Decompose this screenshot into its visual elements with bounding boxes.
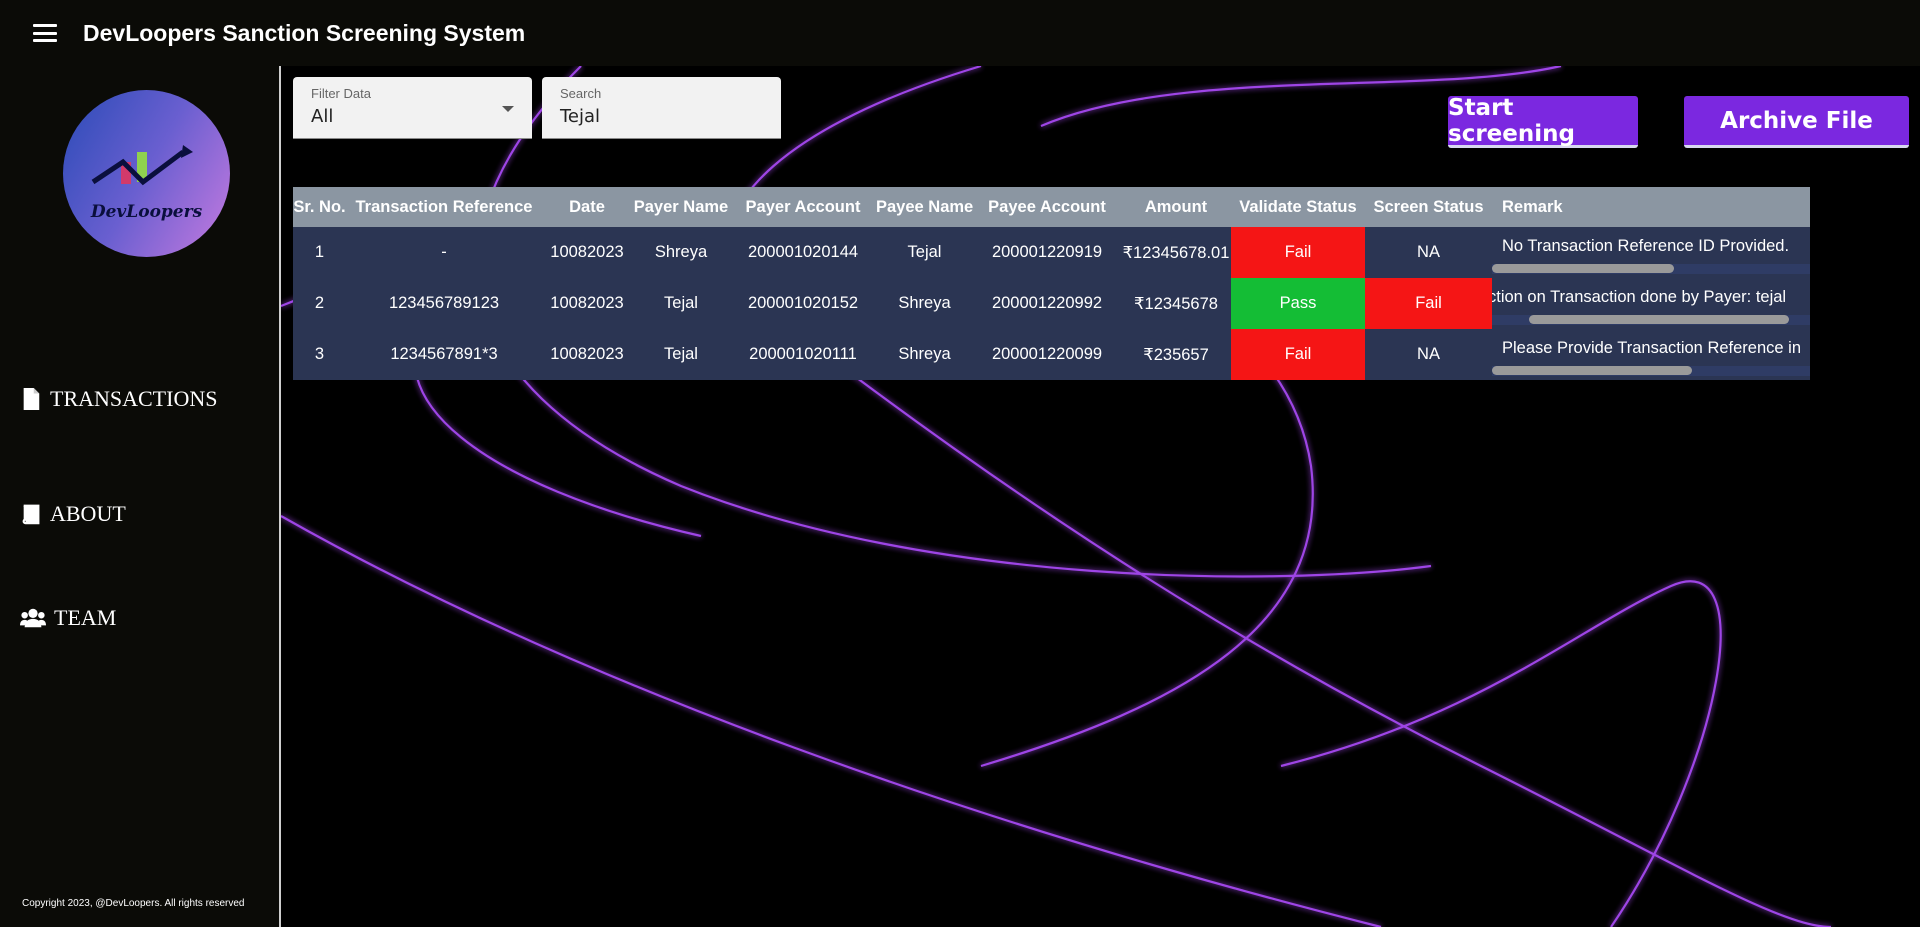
column-header[interactable]: Payee Name bbox=[876, 187, 973, 227]
payee-account-cell: 200001220919 bbox=[973, 227, 1121, 278]
screen-status-cell: Fail bbox=[1365, 278, 1492, 329]
table-row[interactable]: 1 - 10082023 Shreya 200001020144 Tejal 2… bbox=[293, 227, 1810, 278]
file-icon bbox=[23, 388, 40, 410]
payer-name-cell: Tejal bbox=[632, 329, 730, 380]
column-header[interactable]: Payer Name bbox=[632, 187, 730, 227]
payer-account-cell: 200001020152 bbox=[730, 278, 876, 329]
validate-status-cell: Pass bbox=[1231, 278, 1365, 329]
column-header[interactable]: Payee Account bbox=[973, 187, 1121, 227]
payee-name-cell: Shreya bbox=[876, 278, 973, 329]
sr-no-cell: 2 bbox=[293, 278, 346, 329]
date-cell: 10082023 bbox=[542, 278, 632, 329]
transactions-table: Sr. No. Transaction Reference Date Payer… bbox=[293, 187, 1810, 380]
copyright-text: Copyright 2023, @DevLoopers. All rights … bbox=[22, 898, 245, 909]
table-row[interactable]: 2 123456789123 10082023 Tejal 2000010201… bbox=[293, 278, 1810, 329]
start-screening-button[interactable]: Start screening bbox=[1448, 95, 1638, 148]
users-icon bbox=[20, 608, 46, 628]
remark-cell[interactable]: No Transaction Reference ID Provided. bbox=[1492, 227, 1810, 278]
remark-scrollbar[interactable] bbox=[1492, 264, 1674, 273]
transaction-reference-cell: - bbox=[346, 227, 542, 278]
search-label: Search bbox=[560, 86, 602, 101]
remark-text: No Transaction Reference ID Provided. bbox=[1502, 237, 1790, 255]
amount-cell: ₹235657 bbox=[1121, 329, 1231, 380]
logo-chart-icon bbox=[91, 145, 193, 186]
remark-scrollbar[interactable] bbox=[1492, 366, 1692, 375]
table-row[interactable]: 3 1234567891*3 10082023 Tejal 2000010201… bbox=[293, 329, 1810, 380]
remark-scrollbar[interactable] bbox=[1529, 315, 1789, 324]
transaction-reference-cell: 123456789123 bbox=[346, 278, 542, 329]
date-cell: 10082023 bbox=[542, 329, 632, 380]
sidebar-item-label: TEAM bbox=[54, 605, 117, 630]
column-header[interactable]: Payer Account bbox=[730, 187, 876, 227]
devloopers-logo: DevLoopers bbox=[63, 90, 230, 257]
payee-account-cell: 200001220992 bbox=[973, 278, 1121, 329]
payer-account-cell: 200001020111 bbox=[730, 329, 876, 380]
payer-name-cell: Shreya bbox=[632, 227, 730, 278]
date-cell: 10082023 bbox=[542, 227, 632, 278]
sr-no-cell: 3 bbox=[293, 329, 346, 380]
column-header[interactable]: Amount bbox=[1121, 187, 1231, 227]
column-header[interactable]: Remark bbox=[1492, 187, 1810, 227]
book-icon bbox=[22, 504, 40, 525]
payee-name-cell: Tejal bbox=[876, 227, 973, 278]
logo-text: DevLoopers bbox=[90, 202, 203, 222]
filter-data-label: Filter Data bbox=[311, 86, 371, 101]
sidebar-item-team[interactable]: TEAM bbox=[20, 605, 116, 631]
amount-cell: ₹12345678 bbox=[1121, 278, 1231, 329]
payer-name-cell: Tejal bbox=[632, 278, 730, 329]
filter-data-value: All bbox=[311, 106, 334, 127]
screen-status-cell: NA bbox=[1365, 329, 1492, 380]
remark-text: Please Provide Transaction Reference in bbox=[1502, 339, 1801, 357]
archive-file-button[interactable]: Archive File bbox=[1684, 96, 1909, 148]
screen-status-cell: NA bbox=[1365, 227, 1492, 278]
table-header-row: Sr. No. Transaction Reference Date Payer… bbox=[293, 187, 1810, 227]
remark-cell[interactable]: Please Provide Transaction Reference in bbox=[1492, 329, 1810, 380]
remark-text: ction on Transaction done by Payer: teja… bbox=[1492, 288, 1787, 306]
amount-cell: ₹12345678.01 bbox=[1121, 227, 1231, 278]
search-input[interactable]: Search Tejal bbox=[542, 77, 781, 139]
search-value: Tejal bbox=[560, 106, 601, 127]
sidebar-item-label: ABOUT bbox=[50, 501, 126, 526]
filter-data-select[interactable]: Filter Data All bbox=[293, 77, 532, 139]
transaction-reference-cell: 1234567891*3 bbox=[346, 329, 542, 380]
column-header[interactable]: Sr. No. bbox=[293, 187, 346, 227]
remark-cell[interactable]: ction on Transaction done by Payer: teja… bbox=[1492, 278, 1810, 329]
validate-status-cell: Fail bbox=[1231, 227, 1365, 278]
chevron-down-icon bbox=[502, 106, 514, 112]
payer-account-cell: 200001020144 bbox=[730, 227, 876, 278]
sidebar-item-label: TRANSACTIONS bbox=[50, 386, 218, 411]
column-header[interactable]: Transaction Reference bbox=[346, 187, 542, 227]
sidebar: DevLoopers TRANSACTIONS ABOUT TEAM Copyr… bbox=[0, 66, 281, 927]
column-header[interactable]: Screen Status bbox=[1365, 187, 1492, 227]
sr-no-cell: 1 bbox=[293, 227, 346, 278]
menu-icon[interactable] bbox=[33, 24, 57, 42]
top-app-bar: DevLoopers Sanction Screening System bbox=[0, 0, 1920, 66]
sidebar-item-transactions[interactable]: TRANSACTIONS bbox=[20, 386, 217, 412]
column-header[interactable]: Date bbox=[542, 187, 632, 227]
app-title: DevLoopers Sanction Screening System bbox=[83, 19, 526, 46]
column-header[interactable]: Validate Status bbox=[1231, 187, 1365, 227]
validate-status-cell: Fail bbox=[1231, 329, 1365, 380]
payee-account-cell: 200001220099 bbox=[973, 329, 1121, 380]
sidebar-item-about[interactable]: ABOUT bbox=[20, 501, 126, 527]
payee-name-cell: Shreya bbox=[876, 329, 973, 380]
